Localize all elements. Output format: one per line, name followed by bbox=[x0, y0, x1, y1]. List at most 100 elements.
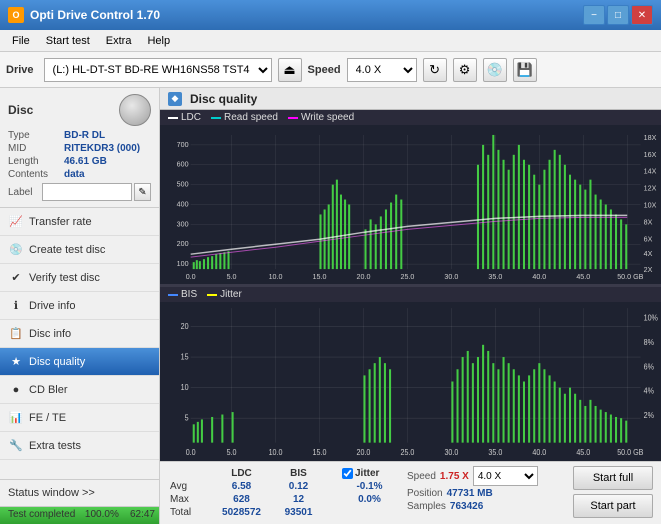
title-bar: O Opti Drive Control 1.70 − □ ✕ bbox=[0, 0, 661, 30]
avg-ldc: 6.58 bbox=[214, 481, 269, 492]
sidebar-item-label-extra-tests: Extra tests bbox=[29, 440, 81, 452]
sidebar-item-label-fe-te: FE / TE bbox=[29, 412, 66, 424]
close-button[interactable]: ✕ bbox=[631, 5, 653, 25]
disc-label-edit-button[interactable]: ✎ bbox=[134, 183, 151, 201]
fe-te-icon: 📊 bbox=[8, 410, 24, 426]
bottom-chart: 20 15 10 5 10% 8% 6% 4% 2% 0.0 5.0 10.0 … bbox=[160, 302, 661, 461]
disc-mid-value: RITEKDR3 (000) bbox=[64, 143, 140, 154]
disc-contents-label: Contents bbox=[8, 169, 64, 180]
cd-bler-icon: ● bbox=[8, 382, 24, 398]
sidebar-item-fe-te[interactable]: 📊 FE / TE bbox=[0, 404, 159, 432]
speed-value: 1.75 X bbox=[440, 471, 469, 482]
svg-text:0.0: 0.0 bbox=[186, 447, 196, 457]
top-chart: 700 600 500 400 300 200 100 18X 16X 14X … bbox=[160, 125, 661, 284]
svg-text:10.0: 10.0 bbox=[269, 447, 283, 457]
svg-text:10: 10 bbox=[181, 382, 190, 392]
disc-label-input[interactable] bbox=[42, 183, 132, 201]
sidebar-item-drive-info[interactable]: ℹ Drive info bbox=[0, 292, 159, 320]
total-ldc: 5028572 bbox=[214, 507, 269, 518]
svg-text:35.0: 35.0 bbox=[488, 274, 502, 281]
disc-type-label: Type bbox=[8, 130, 64, 141]
sidebar-item-disc-quality[interactable]: ★ Disc quality bbox=[0, 348, 159, 376]
menu-file[interactable]: File bbox=[4, 33, 38, 49]
ldc-header: LDC bbox=[214, 468, 269, 479]
disc-button[interactable]: 💿 bbox=[483, 58, 507, 82]
legend-write-speed: Write speed bbox=[288, 112, 354, 123]
disc-header: Disc bbox=[8, 94, 151, 126]
sidebar-item-label-transfer-rate: Transfer rate bbox=[29, 216, 92, 228]
sidebar-item-transfer-rate[interactable]: 📈 Transfer rate bbox=[0, 208, 159, 236]
progress-bar-container: Test completed 100.0% 62:47 bbox=[0, 506, 159, 524]
disc-icon-img bbox=[119, 94, 151, 126]
disc-length-value: 46.61 GB bbox=[64, 156, 107, 167]
svg-text:2%: 2% bbox=[644, 411, 654, 421]
svg-text:15.0: 15.0 bbox=[313, 274, 327, 281]
sidebar-item-label-cd-bler: CD Bler bbox=[29, 384, 68, 396]
menu-start-test[interactable]: Start test bbox=[38, 33, 98, 49]
drive-bar: Drive (L:) HL-DT-ST BD-RE WH16NS58 TST4 … bbox=[0, 52, 661, 88]
speed-position-section: Speed 1.75 X 4.0 X Position 47731 MB Sam… bbox=[399, 466, 565, 512]
sidebar-item-disc-info[interactable]: 📋 Disc info bbox=[0, 320, 159, 348]
svg-text:10X: 10X bbox=[644, 203, 657, 210]
stats-speed-dropdown[interactable]: 4.0 X bbox=[473, 466, 538, 486]
disc-info-icon: 📋 bbox=[8, 326, 24, 342]
app-icon: O bbox=[8, 7, 24, 23]
transfer-rate-icon: 📈 bbox=[8, 214, 24, 230]
svg-text:50.0 GB: 50.0 GB bbox=[617, 447, 643, 457]
svg-text:25.0: 25.0 bbox=[400, 447, 414, 457]
sidebar-item-verify-test-disc[interactable]: ✔ Verify test disc bbox=[0, 264, 159, 292]
svg-text:35.0: 35.0 bbox=[488, 447, 502, 457]
sidebar: Disc Type BD-R DL MID RITEKDR3 (000) Len… bbox=[0, 88, 160, 524]
drive-info-icon: ℹ bbox=[8, 298, 24, 314]
svg-text:20: 20 bbox=[181, 321, 190, 331]
stats-table: LDC BIS Jitter Avg 6.58 0.12 -0.1 bbox=[168, 466, 399, 520]
samples-label: Samples bbox=[407, 501, 446, 512]
svg-text:14X: 14X bbox=[644, 169, 657, 176]
svg-text:500: 500 bbox=[177, 182, 189, 189]
sidebar-item-label-verify-test-disc: Verify test disc bbox=[29, 272, 100, 284]
eject-button[interactable]: ⏏ bbox=[278, 58, 302, 82]
sidebar-item-create-test-disc[interactable]: 💿 Create test disc bbox=[0, 236, 159, 264]
sidebar-item-label-create-test-disc: Create test disc bbox=[29, 244, 105, 256]
sidebar-item-extra-tests[interactable]: 🔧 Extra tests bbox=[0, 432, 159, 460]
action-buttons: Start full Start part bbox=[573, 466, 653, 518]
max-jitter: 0.0% bbox=[342, 494, 397, 505]
disc-title: Disc bbox=[8, 103, 33, 117]
sidebar-item-label-disc-quality: Disc quality bbox=[29, 356, 85, 368]
jitter-checkbox[interactable] bbox=[342, 468, 353, 479]
menu-help[interactable]: Help bbox=[139, 33, 178, 49]
disc-length-row: Length 46.61 GB bbox=[8, 156, 151, 167]
refresh-button[interactable]: ↻ bbox=[423, 58, 447, 82]
svg-text:50.0 GB: 50.0 GB bbox=[617, 274, 644, 281]
settings-button[interactable]: ⚙ bbox=[453, 58, 477, 82]
maximize-button[interactable]: □ bbox=[607, 5, 629, 25]
status-window-button[interactable]: Status window >> bbox=[0, 480, 159, 506]
extra-tests-icon: 🔧 bbox=[8, 438, 24, 454]
svg-text:45.0: 45.0 bbox=[576, 274, 590, 281]
svg-text:40.0: 40.0 bbox=[532, 447, 546, 457]
sidebar-item-cd-bler[interactable]: ● CD Bler bbox=[0, 376, 159, 404]
avg-label: Avg bbox=[170, 481, 212, 492]
drive-select[interactable]: (L:) HL-DT-ST BD-RE WH16NS58 TST4 bbox=[44, 58, 272, 82]
svg-text:10%: 10% bbox=[644, 313, 658, 323]
status-section: Status window >> Test completed 100.0% 6… bbox=[0, 479, 159, 524]
svg-text:16X: 16X bbox=[644, 152, 657, 159]
save-button[interactable]: 💾 bbox=[513, 58, 537, 82]
progress-text: 100.0% 62:47 bbox=[85, 509, 155, 520]
svg-text:4%: 4% bbox=[644, 386, 654, 396]
svg-text:700: 700 bbox=[177, 142, 189, 149]
disc-quality-header-icon: ◆ bbox=[168, 92, 182, 106]
start-full-button[interactable]: Start full bbox=[573, 466, 653, 490]
disc-label-label: Label bbox=[8, 187, 42, 198]
menu-extra[interactable]: Extra bbox=[98, 33, 140, 49]
speed-select[interactable]: 4.0 X bbox=[347, 58, 417, 82]
speed-label-sm: Speed bbox=[407, 471, 436, 482]
disc-contents-row: Contents data bbox=[8, 169, 151, 180]
start-part-button[interactable]: Start part bbox=[573, 494, 653, 518]
svg-text:45.0: 45.0 bbox=[576, 447, 590, 457]
svg-text:40.0: 40.0 bbox=[532, 274, 546, 281]
total-bis: 93501 bbox=[271, 507, 326, 518]
svg-text:4X: 4X bbox=[644, 251, 653, 258]
svg-text:600: 600 bbox=[177, 162, 189, 169]
minimize-button[interactable]: − bbox=[583, 5, 605, 25]
